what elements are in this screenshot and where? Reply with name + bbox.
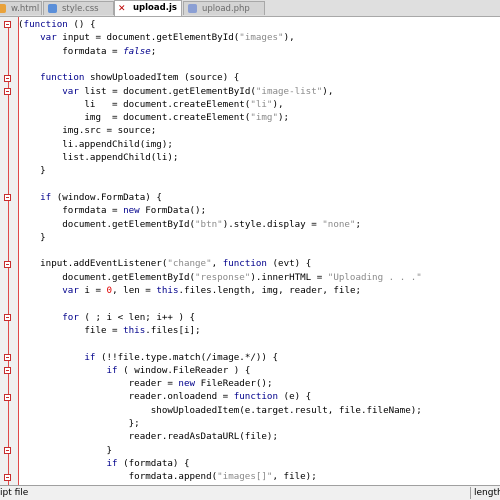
- code-line: function showUploadedItem (source) {: [40, 72, 240, 84]
- tab-upload-js[interactable]: ✕ upload.js: [114, 0, 182, 16]
- fold-marker-icon[interactable]: [4, 474, 11, 481]
- fold-marker-icon[interactable]: [4, 75, 11, 82]
- tab-label: w.html: [11, 4, 40, 14]
- code-line: if ( window.FileReader ) {: [106, 364, 251, 376]
- css-file-icon: [48, 4, 57, 13]
- code-line: document.getElementById("btn").style.dis…: [18, 218, 362, 230]
- code-line: showUploadedItem(e.target.result, file.f…: [18, 404, 422, 416]
- code-line: li.appendChild(img);: [18, 138, 173, 150]
- fold-marker-icon[interactable]: [4, 88, 11, 95]
- fold-marker-icon[interactable]: [4, 194, 11, 201]
- code-line: }: [18, 444, 113, 456]
- code-line: formdata = new FormData();: [18, 205, 207, 217]
- code-line: };: [18, 418, 140, 429]
- fold-marker-icon[interactable]: [4, 394, 11, 401]
- tab-html[interactable]: w.html: [0, 1, 42, 15]
- php-file-icon: [188, 4, 197, 13]
- html-file-icon: [0, 4, 6, 13]
- fold-marker-icon[interactable]: [4, 447, 11, 454]
- code-line: reader = new FileReader();: [18, 378, 273, 390]
- fold-line: [8, 27, 9, 485]
- code-line: var input = document.getElementById("ima…: [40, 32, 295, 44]
- tab-style-css[interactable]: style.css: [43, 1, 114, 15]
- fold-marker-icon[interactable]: [4, 261, 11, 268]
- tab-upload-php[interactable]: upload.php: [183, 1, 265, 15]
- code-line: for ( ; i < len; i++ ) {: [62, 311, 196, 323]
- code-line: var i = 0, len = this.files.length, img,…: [62, 285, 362, 296]
- fold-marker-icon[interactable]: [4, 314, 11, 321]
- code-line: input.addEventListener("change", functio…: [18, 258, 312, 270]
- tab-label: style.css: [62, 4, 99, 14]
- code-line: formdata.append("images[]", file);: [18, 471, 317, 483]
- code-line: formdata = false;: [18, 45, 157, 57]
- code-line: document.getElementById("response").inne…: [18, 271, 422, 283]
- status-bar: ipt file length: [0, 485, 500, 500]
- tab-label: upload.php: [202, 4, 250, 14]
- code-line: var list = document.getElementById("imag…: [62, 85, 334, 97]
- code-line: }: [18, 165, 46, 177]
- tab-label: upload.js: [133, 3, 177, 13]
- code-line: list.appendChild(li);: [18, 152, 179, 163]
- code-line: reader.readAsDataURL(file);: [18, 431, 278, 443]
- fold-marker-icon[interactable]: [4, 21, 11, 28]
- fold-marker-icon[interactable]: [4, 367, 11, 374]
- code-line: if (formdata) {: [106, 457, 190, 469]
- code-line: }: [18, 231, 46, 243]
- code-editor[interactable]: (function () { var input = document.getE…: [0, 17, 500, 496]
- code-line: img.src = source;: [18, 125, 157, 137]
- status-file-type: ipt file: [0, 488, 29, 498]
- code-line: reader.onloadend = function (e) {: [18, 391, 312, 403]
- code-line: (function () {: [18, 19, 96, 30]
- tab-bar: w.html style.css ✕ upload.js upload.php: [0, 0, 500, 17]
- close-tab-icon[interactable]: ✕: [118, 2, 126, 16]
- fold-marker-icon[interactable]: [4, 354, 11, 361]
- code-line: img = document.createElement("img");: [18, 112, 290, 124]
- status-length: length: [474, 488, 500, 498]
- status-divider: [470, 487, 471, 499]
- code-line: if (!!file.type.match(/image.*/)) {: [84, 351, 279, 363]
- code-line: if (window.FormData) {: [40, 191, 162, 203]
- code-line: file = this.files[i];: [18, 324, 201, 336]
- code-line: li = document.createElement("li"),: [18, 98, 284, 110]
